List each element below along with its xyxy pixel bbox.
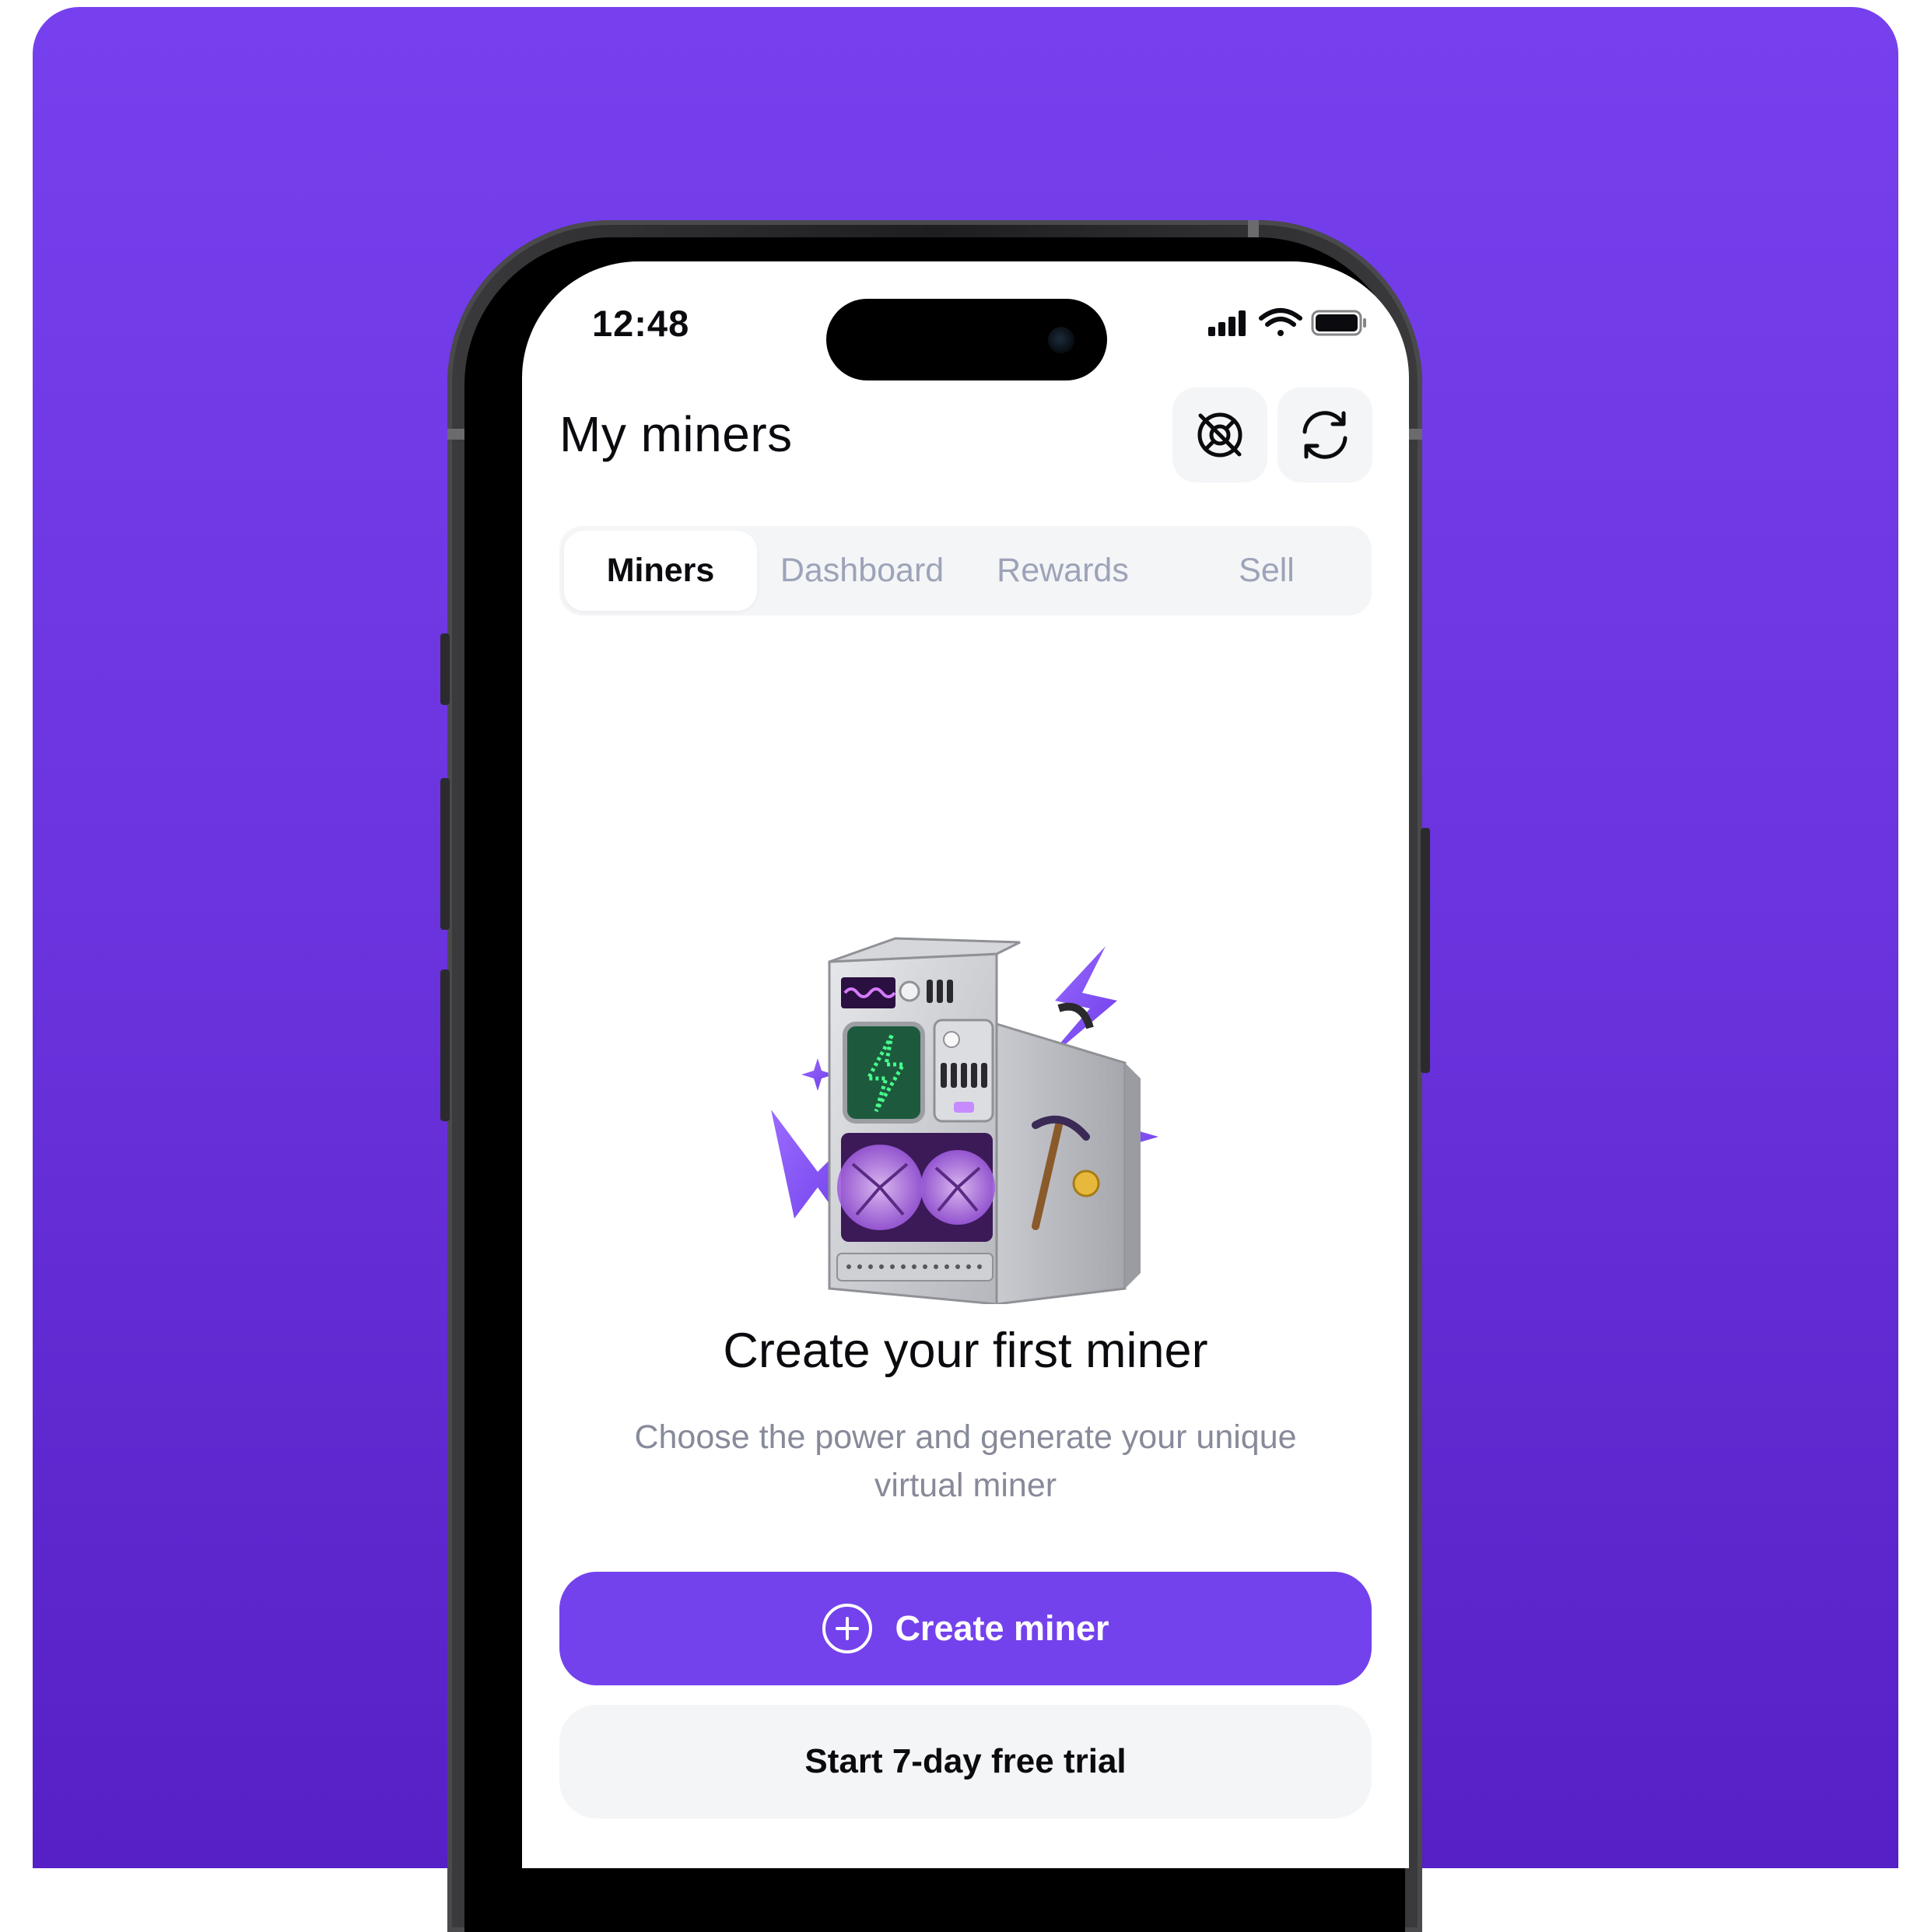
free-trial-button[interactable]: Start 7-day free trial	[559, 1705, 1372, 1818]
power-button	[1421, 828, 1430, 1073]
tab-dashboard[interactable]: Dashboard	[763, 531, 961, 611]
cellular-signal-icon	[1208, 310, 1246, 336]
volume-down-button	[440, 970, 450, 1121]
app-screen: 12:48 My miners Miners Dashboard Rewards…	[522, 261, 1409, 1868]
action-button	[440, 633, 450, 705]
wifi-icon	[1259, 308, 1302, 336]
antenna-line	[447, 429, 464, 440]
volume-up-button	[440, 778, 450, 930]
dynamic-island	[826, 299, 1107, 380]
tab-rewards[interactable]: Rewards	[964, 531, 1162, 611]
free-trial-label: Start 7-day free trial	[804, 1742, 1127, 1780]
coin-icon	[1072, 1169, 1100, 1197]
tab-bar: Miners Dashboard Rewards Sell	[559, 526, 1372, 615]
miner-illustration	[693, 868, 1238, 1306]
support-lifebuoy-icon	[1197, 412, 1242, 458]
status-time: 12:48	[592, 303, 690, 344]
plus-circle-icon	[822, 1604, 873, 1653]
refresh-button[interactable]	[1277, 387, 1372, 482]
support-button[interactable]	[1172, 387, 1267, 482]
empty-state-description: Choose the power and generate your uniqu…	[634, 1418, 1297, 1504]
empty-state-title: Create your first miner	[723, 1324, 1208, 1378]
refresh-icon	[1302, 411, 1348, 459]
antenna-line	[1248, 220, 1259, 237]
create-miner-button[interactable]: Create miner	[559, 1572, 1372, 1685]
battery-icon	[1311, 310, 1366, 336]
tab-miners[interactable]: Miners	[564, 531, 757, 611]
create-miner-label: Create miner	[895, 1608, 1109, 1648]
status-icons	[1207, 307, 1370, 341]
front-camera	[1048, 327, 1074, 353]
tab-sell[interactable]: Sell	[1166, 531, 1367, 611]
page-title: My miners	[559, 406, 793, 462]
